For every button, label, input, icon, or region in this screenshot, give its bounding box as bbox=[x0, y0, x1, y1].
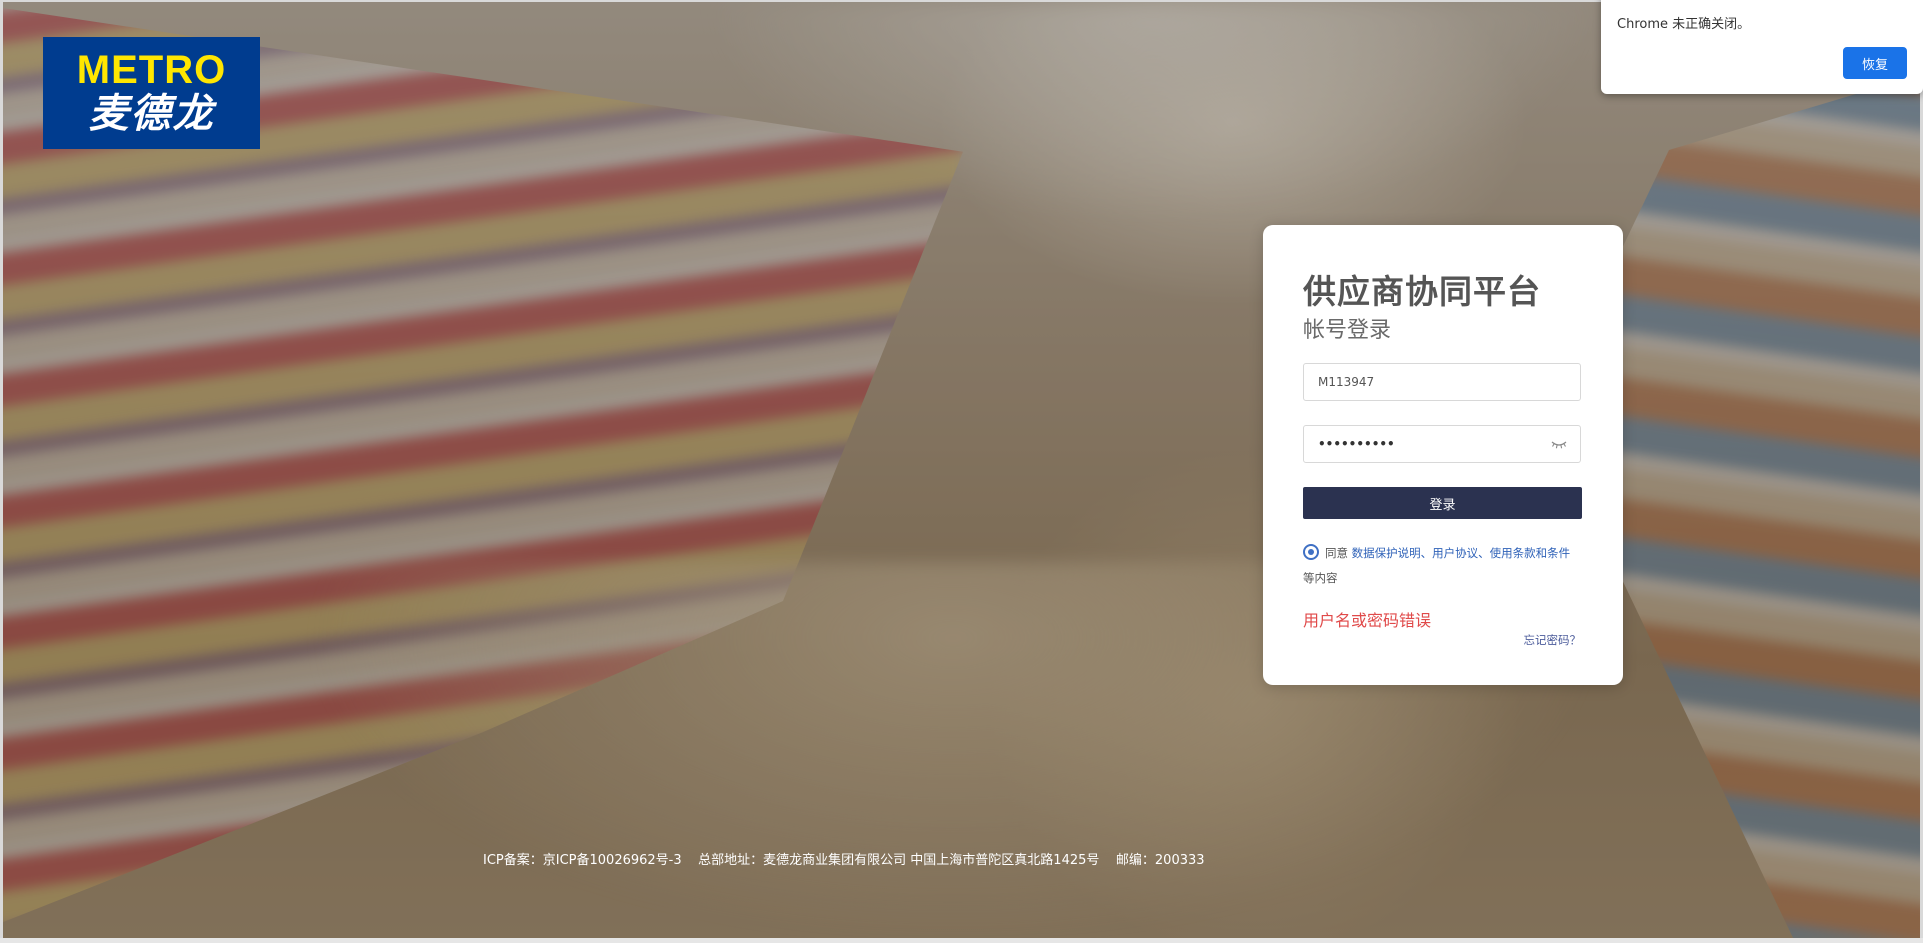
login-button[interactable]: 登录 bbox=[1303, 487, 1582, 519]
login-subtitle: 帐号登录 bbox=[1303, 318, 1392, 343]
page-title: 供应商协同平台 bbox=[1303, 272, 1541, 311]
error-message: 用户名或密码错误 bbox=[1303, 611, 1432, 630]
background-image bbox=[3, 2, 1920, 938]
agree-suffix: 等内容 bbox=[1303, 571, 1338, 585]
metro-logo: METRO 麦德龙 bbox=[43, 37, 260, 149]
eye-closed-icon[interactable] bbox=[1551, 438, 1567, 450]
chrome-restore-popup: Chrome 未正确关闭。 恢复 bbox=[1601, 0, 1923, 94]
login-card: 供应商协同平台 帐号登录 M113947 •••••••••• 登录 同意 数据… bbox=[1263, 225, 1623, 685]
login-page: METRO 麦德龙 Chrome 未正确关闭。 恢复 供应商协同平台 帐号登录 … bbox=[0, 0, 1923, 943]
username-value: M113947 bbox=[1318, 375, 1375, 389]
footer-text: ICP备案：京ICP备10026962号-3 总部地址：麦德龙商业集团有限公司 … bbox=[483, 853, 1205, 868]
username-input[interactable]: M113947 bbox=[1303, 363, 1581, 401]
password-mask: •••••••••• bbox=[1318, 437, 1395, 451]
bottom-edge bbox=[0, 938, 1923, 943]
agree-prefix: 同意 bbox=[1325, 546, 1352, 560]
logo-chinese-text: 麦德龙 bbox=[88, 90, 215, 137]
password-input[interactable]: •••••••••• bbox=[1303, 425, 1581, 463]
agree-radio-icon[interactable] bbox=[1303, 544, 1319, 560]
agreement-row: 同意 数据保护说明、用户协议、使用条款和条件 等内容 bbox=[1303, 541, 1588, 591]
forgot-password-link[interactable]: 忘记密码？ bbox=[1524, 632, 1582, 648]
logo-brand-text: METRO bbox=[76, 48, 227, 92]
restore-message: Chrome 未正确关闭。 bbox=[1617, 17, 1751, 32]
agreement-links[interactable]: 数据保护说明、用户协议、使用条款和条件 bbox=[1352, 546, 1571, 560]
restore-button[interactable]: 恢复 bbox=[1843, 47, 1907, 79]
